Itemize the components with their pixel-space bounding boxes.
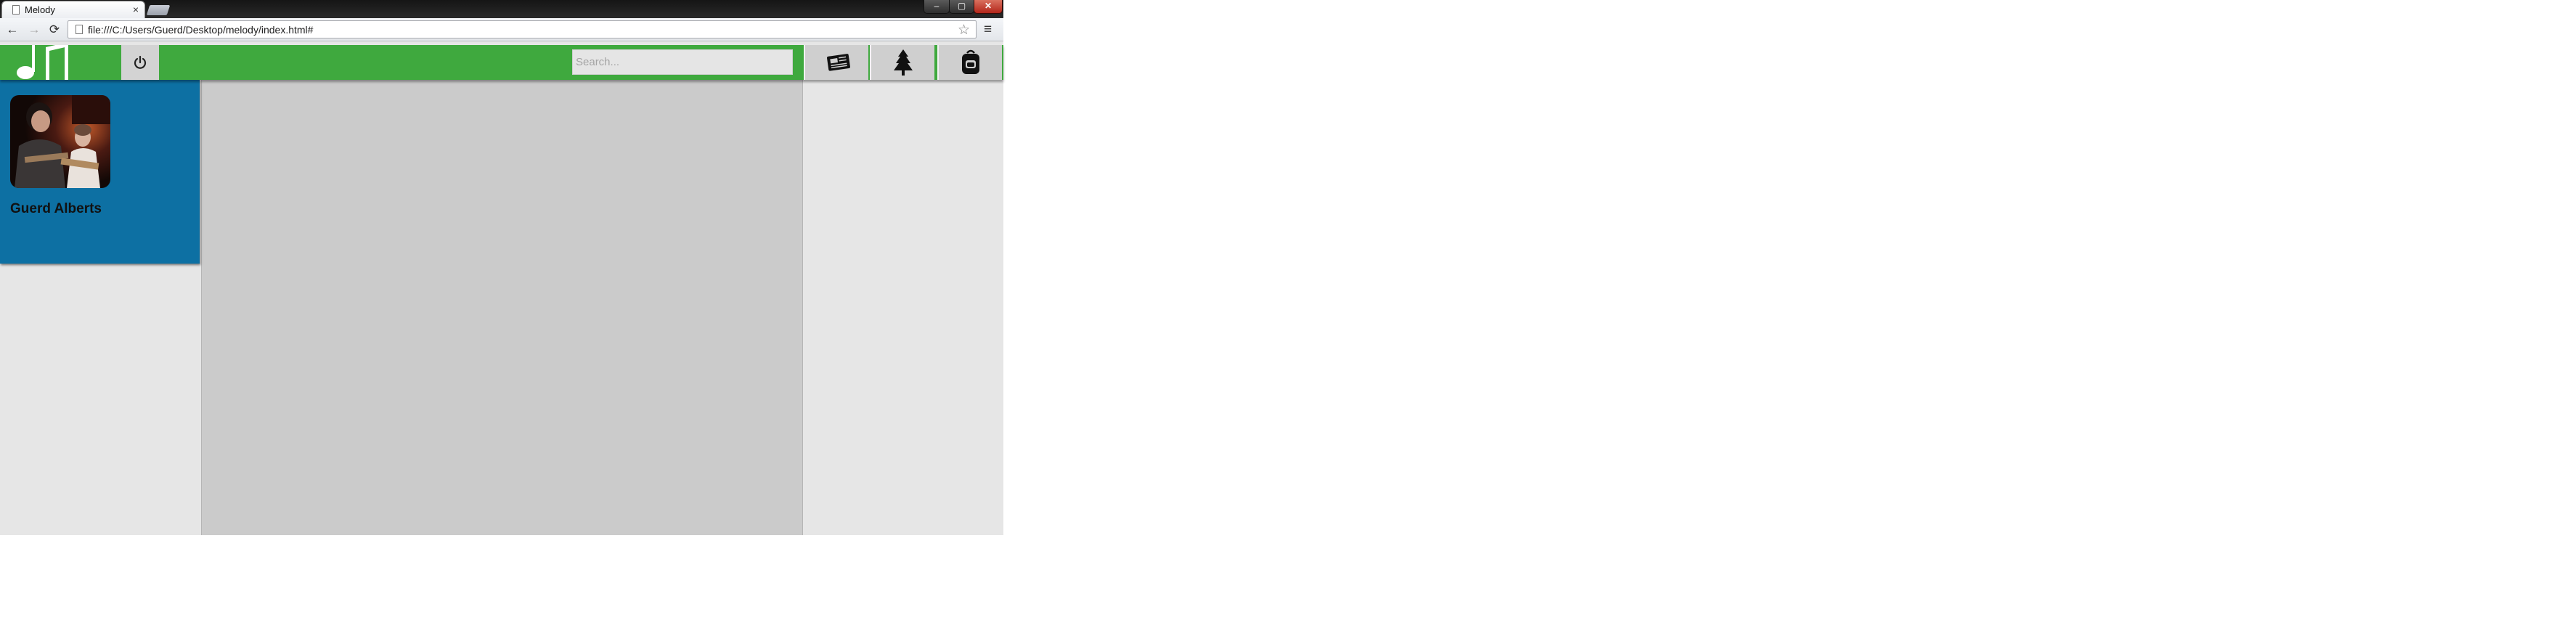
- browser-tab[interactable]: Melody ×: [2, 1, 144, 18]
- avatar[interactable]: [10, 95, 110, 188]
- power-button[interactable]: [121, 45, 159, 80]
- tab-close-button[interactable]: ×: [133, 4, 139, 15]
- melody-app: Guerd Alberts: [0, 41, 1003, 535]
- tree-icon: [893, 49, 913, 76]
- back-button[interactable]: ←: [5, 23, 20, 37]
- left-sidebar: Guerd Alberts: [0, 80, 201, 535]
- browser-menu-button[interactable]: ≡: [984, 22, 992, 38]
- bookmark-star-icon[interactable]: ☆: [958, 22, 970, 38]
- browser-toolbar: ← → ⟳ file:///C:/Users/Guerd/Desktop/mel…: [0, 18, 1003, 41]
- forward-button[interactable]: →: [27, 23, 41, 37]
- tree-button[interactable]: [870, 45, 934, 80]
- backpack-button[interactable]: [937, 45, 1002, 80]
- reload-button[interactable]: ⟳: [47, 23, 62, 37]
- title-bar: Melody × – ▢ ✕: [0, 0, 1003, 18]
- address-bar[interactable]: file:///C:/Users/Guerd/Desktop/melody/in…: [68, 20, 977, 38]
- minimize-button[interactable]: –: [924, 0, 949, 13]
- url-text[interactable]: file:///C:/Users/Guerd/Desktop/melody/in…: [88, 24, 313, 36]
- right-sidebar: [803, 80, 1003, 535]
- music-note-logo[interactable]: [13, 45, 86, 80]
- newspaper-icon: [826, 54, 850, 71]
- avatar-photo: [10, 95, 110, 188]
- app-header: [0, 45, 1003, 80]
- page-icon: [76, 25, 83, 34]
- document-icon: [12, 5, 20, 15]
- search-input[interactable]: [572, 49, 793, 75]
- browser-window: Melody × – ▢ ✕ ← → ⟳ file:///C:/Users/Gu…: [0, 0, 1003, 535]
- news-button[interactable]: [804, 45, 868, 80]
- backpack-icon: [961, 49, 979, 74]
- close-window-button[interactable]: ✕: [974, 0, 1002, 13]
- main-content-area: [201, 80, 803, 535]
- maximize-button[interactable]: ▢: [950, 0, 974, 13]
- new-tab-button[interactable]: [146, 5, 171, 15]
- profile-card: Guerd Alberts: [0, 80, 200, 264]
- user-name: Guerd Alberts: [10, 201, 102, 216]
- tab-title: Melody: [25, 4, 55, 15]
- power-icon: [134, 55, 147, 69]
